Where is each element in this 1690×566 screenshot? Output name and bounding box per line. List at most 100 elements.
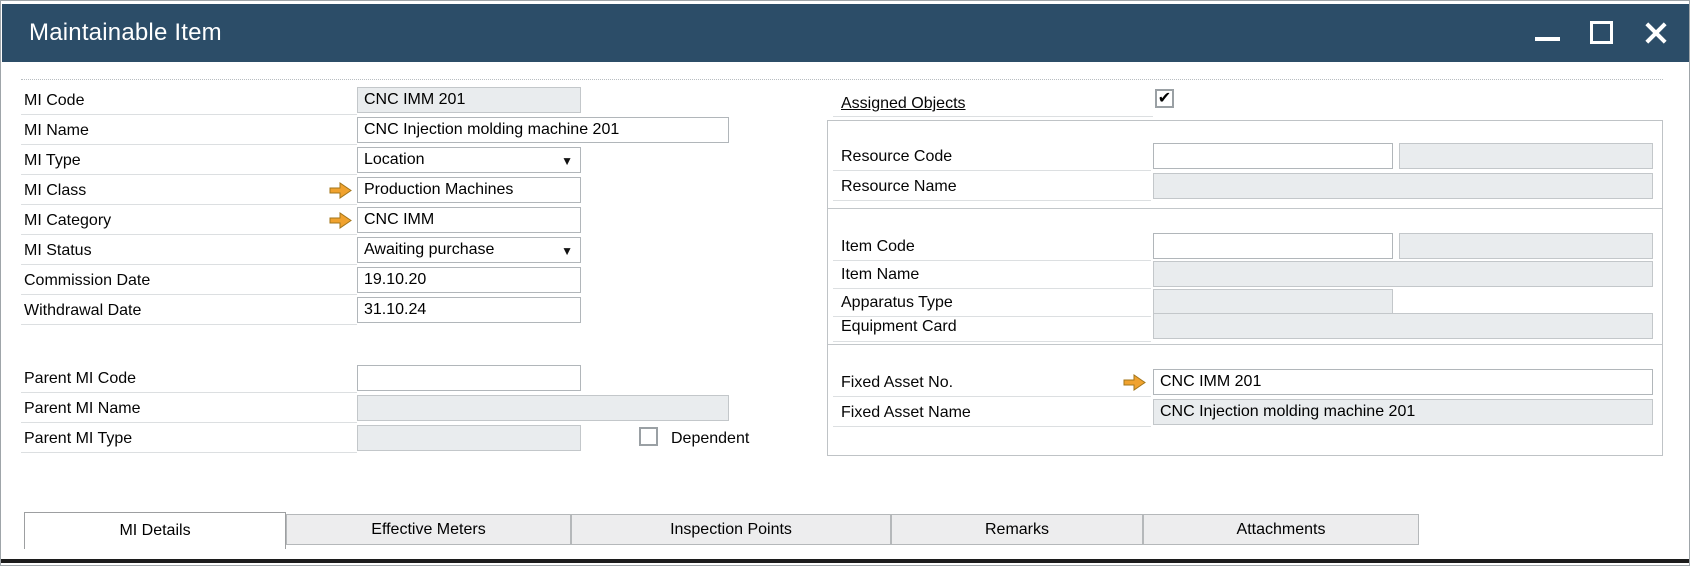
fixed-asset-name-label: Fixed Asset Name (841, 403, 971, 423)
row-underline (21, 174, 357, 175)
row-underline (21, 452, 357, 453)
withdrawal-date-input[interactable]: 31.10.24 (357, 297, 581, 323)
mi-type-dropdown[interactable]: Location ▼ (357, 147, 581, 173)
link-arrow-icon[interactable] (1123, 374, 1146, 391)
close-icon (1644, 21, 1668, 45)
row-underline (833, 396, 1151, 397)
mi-class-value: Production Machines (364, 181, 513, 199)
form-top-separator (21, 79, 1663, 80)
item-name-input[interactable] (1153, 261, 1653, 287)
mi-category-label: MI Category (24, 211, 111, 231)
withdrawal-date-label: Withdrawal Date (24, 301, 141, 321)
checkmark-icon: ✔ (1158, 89, 1171, 108)
resource-code-label: Resource Code (841, 147, 952, 167)
row-underline (833, 426, 1151, 427)
mi-status-label: MI Status (24, 241, 92, 261)
link-arrow-icon[interactable] (329, 212, 352, 229)
row-underline (833, 260, 1151, 261)
chevron-down-icon[interactable]: ▼ (561, 244, 573, 258)
window-controls (1533, 4, 1671, 62)
mi-name-label: MI Name (24, 121, 89, 141)
apparatus-type-label: Apparatus Type (841, 293, 953, 313)
commission-date-value: 19.10.20 (364, 271, 426, 289)
fixed-asset-name-value: CNC Injection molding machine 201 (1160, 403, 1415, 421)
row-underline (21, 144, 357, 145)
dependent-checkbox[interactable] (639, 427, 658, 446)
mi-code-input[interactable]: CNC IMM 201 (357, 87, 581, 113)
minimize-button[interactable] (1533, 18, 1563, 48)
mi-status-dropdown[interactable]: Awaiting purchase ▼ (357, 237, 581, 263)
equipment-card-input[interactable] (1153, 313, 1653, 339)
apparatus-type-input[interactable] (1153, 289, 1393, 315)
row-underline (21, 324, 357, 325)
tab-effective-meters[interactable]: Effective Meters (286, 514, 571, 545)
mi-name-input[interactable]: CNC Injection molding machine 201 (357, 117, 729, 143)
tab-label: Attachments (1237, 521, 1326, 539)
row-underline (21, 392, 357, 393)
tab-inspection-points[interactable]: Inspection Points (571, 514, 891, 545)
tab-label: MI Details (119, 522, 190, 540)
minimize-icon (1535, 37, 1560, 41)
mi-category-input[interactable]: CNC IMM (357, 207, 581, 233)
parent-mi-code-label: Parent MI Code (24, 369, 136, 389)
item-code-input[interactable] (1153, 233, 1393, 259)
commission-date-input[interactable]: 19.10.20 (357, 267, 581, 293)
mi-code-label: MI Code (24, 91, 84, 111)
groupbox-separator (828, 344, 1662, 345)
equipment-card-label: Equipment Card (841, 317, 957, 337)
commission-date-label: Commission Date (24, 271, 150, 291)
maximize-icon (1590, 21, 1613, 44)
groupbox-separator (828, 208, 1662, 209)
row-underline (833, 116, 1153, 117)
chevron-down-icon[interactable]: ▼ (561, 154, 573, 168)
row-underline (21, 234, 357, 235)
maintainable-item-window: Maintainable Item MI Code CNC IMM 201 MI… (0, 0, 1690, 566)
maximize-button[interactable] (1587, 18, 1617, 48)
mi-type-value: Location (364, 151, 425, 169)
tab-label: Remarks (985, 521, 1049, 539)
link-arrow-icon[interactable] (329, 182, 352, 199)
mi-class-label: MI Class (24, 181, 86, 201)
parent-mi-name-input[interactable] (357, 395, 729, 421)
fixed-asset-name-input[interactable]: CNC Injection molding machine 201 (1153, 399, 1653, 425)
row-underline (21, 264, 357, 265)
mi-category-value: CNC IMM (364, 211, 434, 229)
withdrawal-date-value: 31.10.24 (364, 301, 426, 319)
row-underline (21, 204, 357, 205)
resource-code-input[interactable] (1153, 143, 1393, 169)
resource-code-aux-input[interactable] (1399, 143, 1653, 169)
window-title: Maintainable Item (29, 19, 222, 47)
parent-mi-type-label: Parent MI Type (24, 429, 132, 449)
mi-class-input[interactable]: Production Machines (357, 177, 581, 203)
mi-code-value: CNC IMM 201 (364, 91, 465, 109)
mi-name-value: CNC Injection molding machine 201 (364, 121, 619, 139)
tab-remarks[interactable]: Remarks (891, 514, 1143, 545)
tab-label: Effective Meters (371, 521, 485, 539)
assigned-objects-checkbox[interactable]: ✔ (1155, 89, 1174, 108)
fixed-asset-no-input[interactable]: CNC IMM 201 (1153, 369, 1653, 395)
close-button[interactable] (1641, 18, 1671, 48)
resource-name-input[interactable] (1153, 173, 1653, 199)
item-code-aux-input[interactable] (1399, 233, 1653, 259)
assigned-objects-link[interactable]: Assigned Objects (841, 94, 966, 114)
row-underline (833, 341, 1151, 342)
item-code-label: Item Code (841, 237, 915, 257)
row-underline (21, 114, 357, 115)
parent-mi-code-input[interactable] (357, 365, 581, 391)
row-underline (833, 170, 1151, 171)
fixed-asset-no-value: CNC IMM 201 (1160, 373, 1261, 391)
row-underline (833, 288, 1151, 289)
dependent-label: Dependent (671, 429, 749, 449)
bottom-divider (1, 559, 1690, 563)
tab-label: Inspection Points (670, 521, 792, 539)
row-underline (833, 200, 1151, 201)
mi-type-label: MI Type (24, 151, 81, 171)
tab-attachments[interactable]: Attachments (1143, 514, 1419, 545)
mi-status-value: Awaiting purchase (364, 241, 494, 259)
row-underline (21, 294, 357, 295)
tab-mi-details[interactable]: MI Details (24, 512, 286, 549)
titlebar: Maintainable Item (2, 4, 1689, 62)
parent-mi-type-input[interactable] (357, 425, 581, 451)
fixed-asset-no-label: Fixed Asset No. (841, 373, 953, 393)
item-name-label: Item Name (841, 265, 919, 285)
